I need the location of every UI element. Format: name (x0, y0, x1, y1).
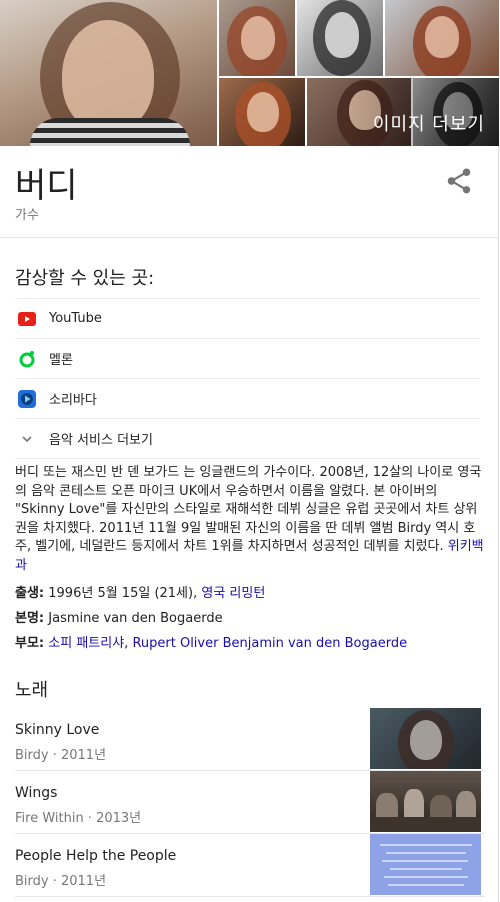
service-label: 음악 서비스 더보기 (49, 433, 153, 448)
song-title: Skinny Love (15, 722, 100, 738)
song-title: Wings (15, 785, 58, 801)
fact-label: 출생: (15, 586, 45, 601)
song-thumbnail (370, 834, 481, 895)
song-meta: Birdy · 2011년 (15, 748, 107, 763)
song-meta: Birdy · 2011년 (15, 874, 107, 889)
song-thumbnail (370, 708, 481, 769)
chevron-down-icon (17, 429, 37, 449)
more-images-label: 이미지 더보기 (372, 114, 485, 135)
fact-label: 부모: (15, 636, 45, 651)
divider (15, 896, 485, 897)
photo-thumb[interactable] (297, 0, 383, 76)
photo-thumb[interactable] (219, 78, 305, 146)
song-item[interactable]: People Help the People Birdy · 2011년 (0, 834, 499, 896)
entity-title: 버디 (15, 166, 78, 206)
song-item[interactable]: Wings Fire Within · 2013년 (0, 771, 499, 833)
song-item[interactable]: Skinny Love Birdy · 2011년 (0, 708, 499, 770)
fact-parents: 부모: 소피 패트리샤, Rupert Oliver Benjamin van … (15, 632, 407, 651)
fact-realname: 본명: Jasmine van den Bogaerde (15, 607, 223, 626)
knowledge-panel: 이미지 더보기 버디 가수 감상할 수 있는 곳: YouTube 멜론 소리바… (0, 0, 499, 902)
fact-value: Jasmine van den Bogaerde (48, 611, 223, 626)
song-thumbnail (370, 771, 481, 832)
fact-value: 1996년 5월 15일 (21세), (48, 586, 198, 601)
image-strip: 이미지 더보기 (0, 0, 499, 146)
parent-link[interactable]: 소피 패트리샤 (48, 636, 124, 651)
song-title: People Help the People (15, 848, 177, 864)
service-label: YouTube (49, 311, 102, 326)
main-photo[interactable] (0, 0, 217, 146)
share-icon[interactable] (444, 166, 474, 196)
melon-icon (17, 349, 37, 369)
title-area: 버디 가수 (0, 146, 499, 238)
birthplace-link[interactable]: 영국 리밍턴 (201, 586, 265, 601)
service-soribada[interactable]: 소리바다 (15, 378, 480, 418)
listen-heading: 감상할 수 있는 곳: (15, 268, 155, 289)
service-melon[interactable]: 멜론 (15, 338, 480, 378)
photo-thumb[interactable] (219, 0, 295, 76)
soribada-icon (17, 389, 37, 409)
service-youtube[interactable]: YouTube (15, 298, 480, 338)
service-label: 소리바다 (49, 393, 97, 408)
photo-thumb[interactable] (385, 0, 499, 76)
description-text: 버디 또는 재스민 반 덴 보가드 는 잉글랜드의 가수이다. 2008년, 1… (15, 465, 482, 554)
parent-separator: , (124, 636, 129, 651)
youtube-icon (17, 309, 37, 329)
parent-link[interactable]: Rupert Oliver Benjamin van den Bogaerde (132, 636, 407, 651)
service-label: 멜론 (49, 353, 73, 368)
entity-subtitle: 가수 (15, 208, 39, 223)
divider (15, 458, 480, 459)
more-services-button[interactable]: 음악 서비스 더보기 (15, 418, 480, 458)
more-images-link[interactable]: 이미지 더보기 (307, 78, 499, 146)
songs-heading: 노래 (15, 680, 49, 701)
fact-label: 본명: (15, 611, 45, 626)
song-meta: Fire Within · 2013년 (15, 811, 142, 826)
description: 버디 또는 재스민 반 덴 보가드 는 잉글랜드의 가수이다. 2008년, 1… (15, 464, 485, 575)
fact-born: 출생: 1996년 5월 15일 (21세), 영국 리밍턴 (15, 582, 265, 601)
